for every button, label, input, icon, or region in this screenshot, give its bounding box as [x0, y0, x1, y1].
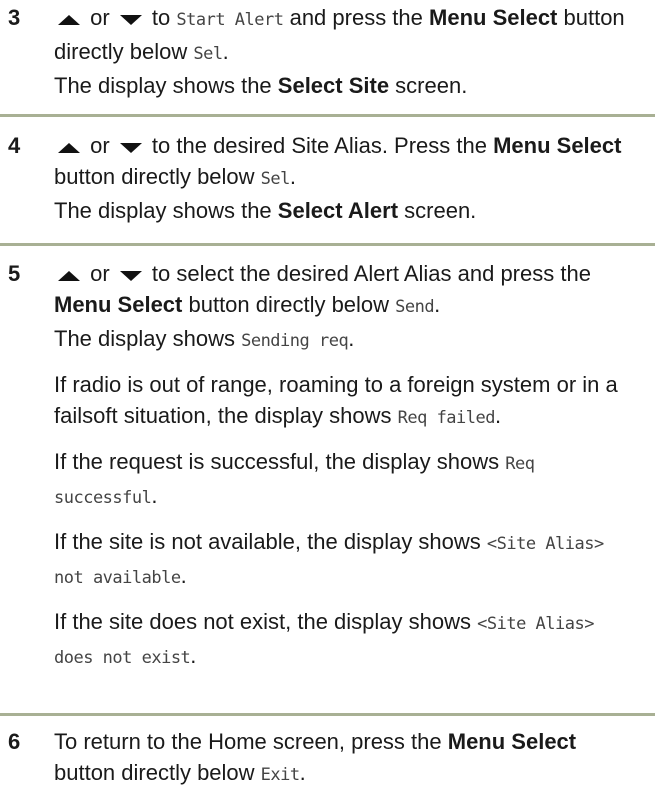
step-result: The display shows Sending req.	[54, 326, 355, 351]
condition-not-exist: If the site does not exist, the display …	[54, 609, 594, 668]
display-text: Send	[395, 297, 435, 317]
up-arrow-icon	[58, 271, 80, 282]
down-arrow-icon	[119, 271, 142, 282]
divider	[0, 243, 655, 246]
step-instruction: To return to the Home screen, press the …	[54, 729, 577, 785]
display-text: Sel	[193, 44, 223, 64]
up-arrow-icon	[58, 143, 80, 154]
display-text: Req failed	[397, 408, 496, 428]
step-instruction: or to the desired Site Alias. Press the …	[54, 133, 622, 189]
display-text: Exit	[260, 765, 300, 785]
up-arrow-icon	[58, 15, 80, 26]
divider	[0, 114, 655, 117]
step-number: 3	[8, 5, 21, 30]
menu-select-label: Menu Select	[447, 729, 577, 754]
down-arrow-icon	[119, 143, 142, 154]
display-text: Sending req	[241, 331, 349, 351]
step-result: The display shows the Select Site screen…	[54, 73, 468, 98]
menu-select-label: Menu Select	[54, 292, 183, 317]
step-instruction: or to Start Alert and press the Menu Sel…	[54, 5, 625, 64]
step-result: The display shows the Select Alert scree…	[54, 198, 477, 223]
condition-out-of-range: If radio is out of range, roaming to a f…	[54, 372, 618, 428]
display-text: Sel	[260, 169, 291, 189]
step-number: 4	[8, 133, 21, 158]
step-number: 5	[8, 261, 21, 286]
menu-select-label: Menu Select	[493, 133, 622, 158]
display-text: Start Alert	[176, 10, 284, 30]
divider	[0, 713, 655, 716]
down-arrow-icon	[119, 15, 142, 26]
step-instruction: or to select the desired Alert Alias and…	[54, 261, 591, 317]
step-number: 6	[8, 729, 21, 754]
condition-success: If the request is successful, the displa…	[54, 449, 535, 508]
menu-select-label: Menu Select	[429, 5, 558, 30]
condition-not-available: If the site is not available, the displa…	[54, 529, 604, 588]
